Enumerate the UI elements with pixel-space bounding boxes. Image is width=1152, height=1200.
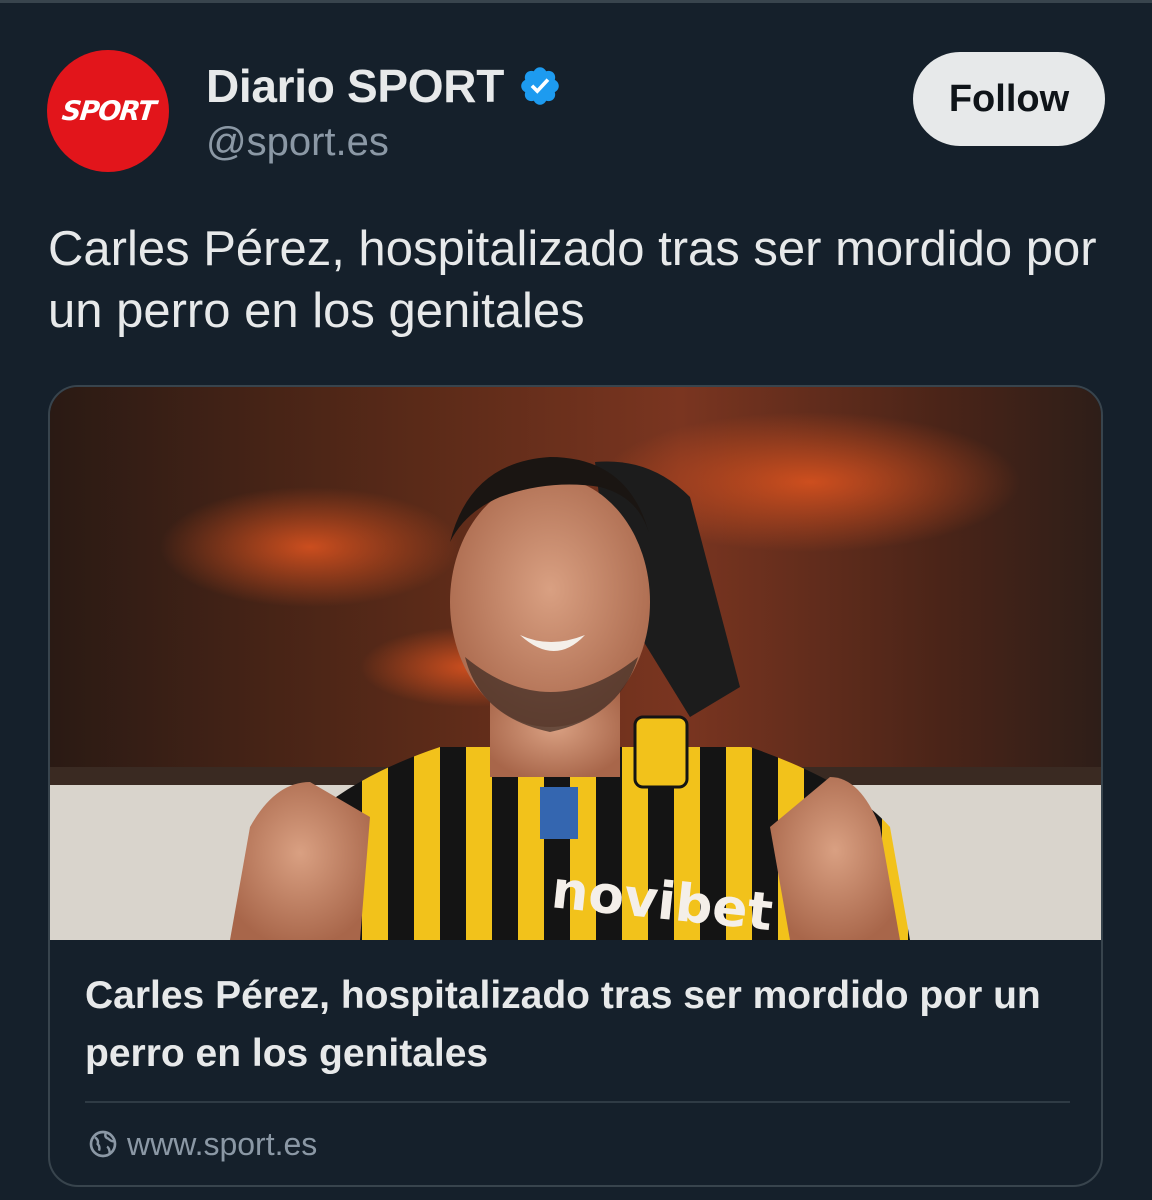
tweet-text: Carles Pérez, hospitalizado tras ser mor… xyxy=(48,222,1097,338)
display-name[interactable]: Diario SPORT xyxy=(206,59,504,113)
link-card[interactable]: novibet Carles Pérez, hospitalizado tras… xyxy=(48,385,1103,1187)
card-image[interactable]: novibet xyxy=(50,387,1101,940)
avatar-logo-text: SPORT xyxy=(60,95,156,127)
card-url[interactable]: www.sport.es xyxy=(127,1126,317,1163)
account-handle[interactable]: @sport.es xyxy=(206,120,389,165)
tweet-view: SPORT Diario SPORT @sport.es Follow Carl… xyxy=(0,0,1152,1200)
top-divider xyxy=(0,0,1152,3)
account-name-row: Diario SPORT xyxy=(206,56,562,116)
card-source[interactable]: www.sport.es xyxy=(87,1122,317,1166)
follow-button[interactable]: Follow xyxy=(913,52,1105,146)
verified-badge-icon xyxy=(521,67,559,105)
card-divider xyxy=(85,1101,1070,1103)
card-title[interactable]: Carles Pérez, hospitalizado tras ser mor… xyxy=(85,967,1075,1083)
globe-icon xyxy=(89,1130,117,1158)
avatar[interactable]: SPORT xyxy=(47,50,169,172)
